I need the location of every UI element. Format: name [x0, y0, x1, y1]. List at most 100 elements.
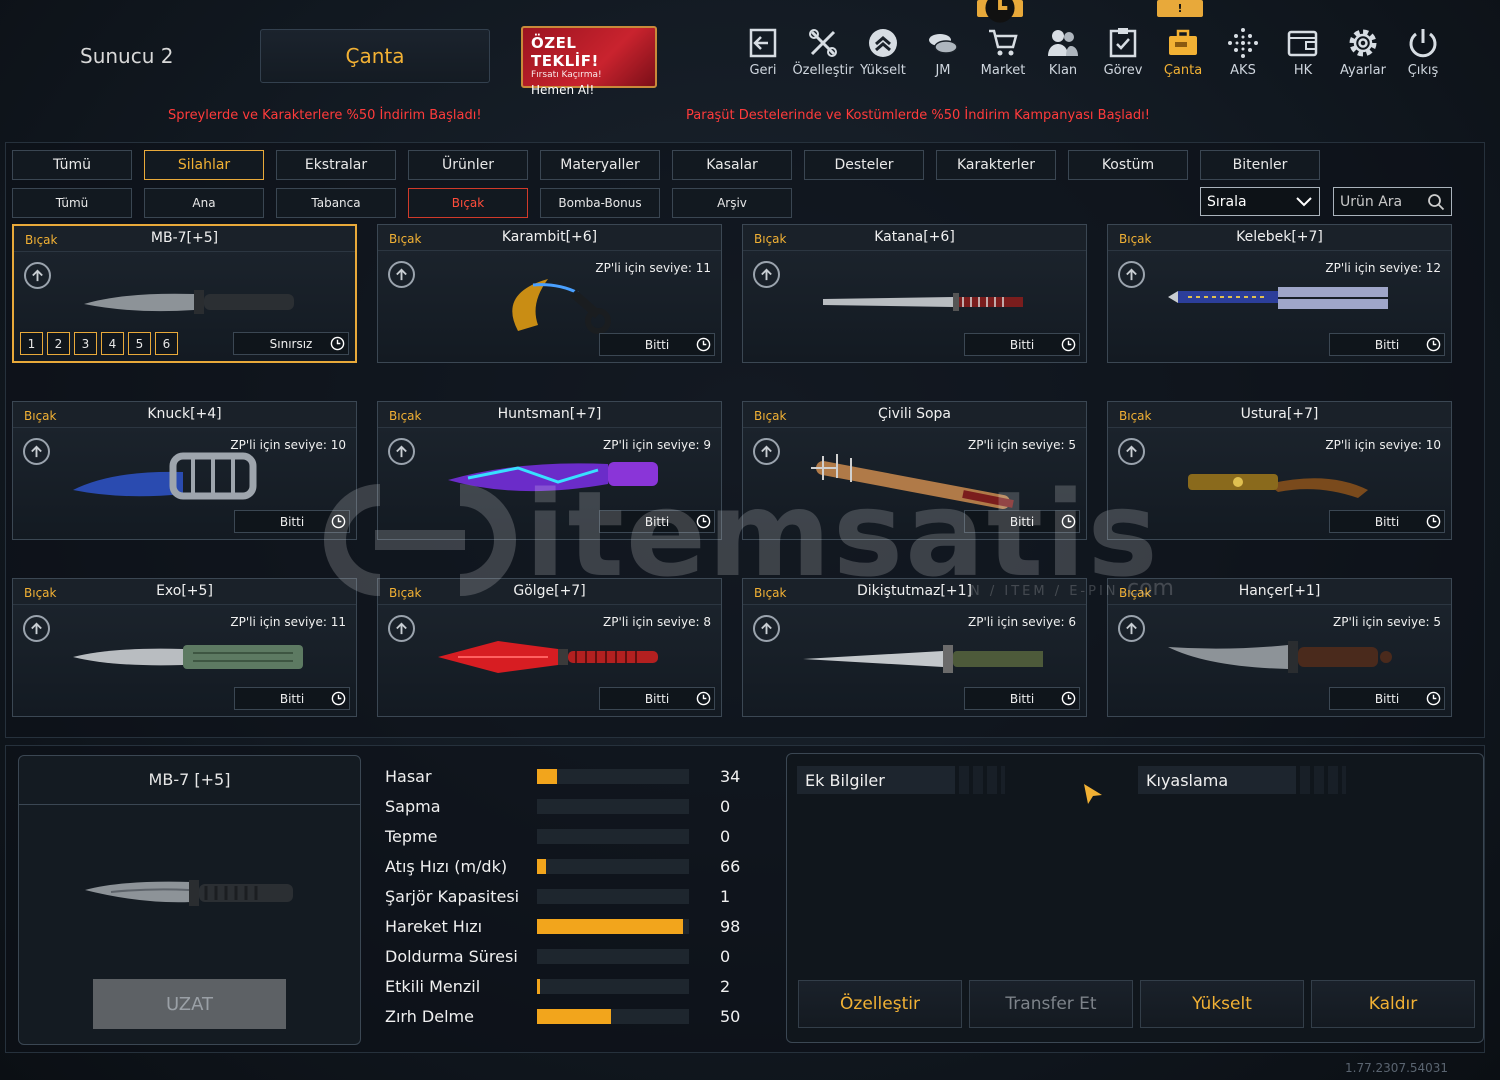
item-card[interactable]: Bıçak Ustura[+7] ZP'li için seviye: 10 Bitt… [1107, 401, 1452, 540]
status-label: Bitti [1374, 514, 1400, 529]
item-card[interactable]: Bıçak Exo[+5] ZP'li için seviye: 11 Bitti [12, 578, 357, 717]
tab-costume[interactable]: Kostüm [1068, 150, 1188, 180]
tab-characters[interactable]: Karakterler [936, 150, 1056, 180]
nav-upgrade[interactable]: Yükselt [853, 24, 913, 84]
customize-button[interactable]: Özelleştir [798, 980, 962, 1028]
item-card[interactable]: Bıçak Dikiştutmaz[+1] ZP'li için seviye: 6… [742, 578, 1087, 717]
stat-label: Hareket Hızı [385, 917, 483, 936]
tab-compare[interactable]: Kıyaslama [1138, 766, 1296, 794]
item-name: Ustura[+7] [1240, 406, 1319, 422]
upgrade-button[interactable] [753, 261, 780, 288]
item-card[interactable]: Bıçak Çivili Sopa ZP'li için seviye: 5 Bitt… [742, 401, 1087, 540]
upgrade-button[interactable] [388, 438, 415, 465]
upgrade-button[interactable] [753, 438, 780, 465]
slot-button[interactable]: 6 [155, 332, 178, 355]
clock-icon [330, 336, 345, 351]
upgrade-button[interactable] [388, 261, 415, 288]
item-card[interactable]: Bıçak Gölge[+7] ZP'li için seviye: 8 Bitti [377, 578, 722, 717]
tab-decks[interactable]: Desteler [804, 150, 924, 180]
nav-exit[interactable]: Çıkış [1393, 24, 1453, 84]
stat-bar [537, 769, 689, 784]
weapon-image [803, 645, 1043, 673]
slot-list: 123456 [20, 332, 182, 355]
item-status: Bitti [964, 687, 1080, 710]
upgrade-button[interactable] [1118, 438, 1145, 465]
stat-bar-fill [537, 769, 557, 784]
bag-alert-badge: ! [1157, 0, 1203, 17]
tab-all[interactable]: Tümü [12, 150, 132, 180]
nav-settings[interactable]: Ayarlar [1333, 24, 1393, 84]
stat-label: Tepme [385, 827, 438, 846]
page-title: Çanta [260, 29, 490, 83]
upgrade-arrow-icon [761, 445, 772, 458]
subtab-bomb-bonus[interactable]: Bomba-Bonus [540, 188, 660, 218]
nav-back[interactable]: Geri [733, 24, 793, 84]
clock-icon [331, 691, 346, 706]
item-card[interactable]: Bıçak Karambit[+6] ZP'li için seviye: 11 Bi… [377, 224, 722, 363]
upgrade-button[interactable] [1118, 615, 1145, 642]
nav-label: Klan [1048, 63, 1078, 78]
nav-hk[interactable]: HK [1273, 24, 1333, 84]
upgrade-button[interactable]: Yükselt [1140, 980, 1304, 1028]
stat-value: 66 [720, 857, 741, 876]
item-card[interactable]: Bıçak Katana[+6] Bitti [742, 224, 1087, 363]
slot-button[interactable]: 2 [47, 332, 70, 355]
upgrade-button[interactable] [1118, 261, 1145, 288]
extend-button[interactable]: UZAT [93, 979, 286, 1029]
upgrade-arrow-icon [32, 269, 43, 282]
search-box [1333, 187, 1452, 216]
slot-button[interactable]: 5 [128, 332, 151, 355]
stat-bar-fill [537, 979, 540, 994]
nav-market[interactable]: Market [973, 0, 1033, 84]
subtab-main[interactable]: Ana [144, 188, 264, 218]
transfer-button[interactable]: Transfer Et [969, 980, 1133, 1028]
tab-extras[interactable]: Ekstralar [276, 150, 396, 180]
subtab-knife[interactable]: Bıçak [408, 188, 528, 218]
slot-button[interactable]: 4 [101, 332, 124, 355]
power-icon [1409, 29, 1437, 58]
tab-weapons[interactable]: Silahlar [144, 150, 264, 180]
subtab-archive[interactable]: Arşiv [672, 188, 792, 218]
tab-materials[interactable]: Materyaller [540, 150, 660, 180]
clock-icon [1426, 514, 1441, 529]
offer-cta: Hemen Al! [531, 83, 595, 97]
weapon-image [448, 462, 658, 492]
nav-customize[interactable]: Özelleştir [792, 24, 854, 84]
special-offer-banner[interactable]: ÖZEL TEKLİF! Fırsatı Kaçırma! Hemen Al! [521, 26, 657, 97]
upgrade-button[interactable] [23, 438, 50, 465]
upgrade-button[interactable] [388, 615, 415, 642]
item-card[interactable]: Bıçak Kelebek[+7] ZP'li için seviye: 12 Bit… [1107, 224, 1452, 363]
upgrade-button[interactable] [23, 615, 50, 642]
nav-aks[interactable]: AKS [1213, 24, 1273, 84]
tab-finished[interactable]: Bitenler [1200, 150, 1320, 180]
tab-extra-info[interactable]: Ek Bilgiler [797, 766, 955, 794]
upgrade-button[interactable] [24, 262, 51, 289]
item-card[interactable]: Bıçak Knuck[+4] ZP'li için seviye: 10 Bitti [12, 401, 357, 540]
search-icon[interactable] [1427, 193, 1445, 211]
stat-value: 0 [720, 827, 731, 846]
promo-right: Paraşüt Destelerinde ve Kostümlerde %50 … [686, 108, 1150, 123]
upgrade-arrow-icon [1126, 445, 1137, 458]
item-card[interactable]: Bıçak Huntsman[+7] ZP'li için seviye: 9 Bit… [377, 401, 722, 540]
tab-cases[interactable]: Kasalar [672, 150, 792, 180]
remove-button[interactable]: Kaldır [1311, 980, 1475, 1028]
item-card[interactable]: Bıçak Hançer[+1] ZP'li için seviye: 5 Bitti [1107, 578, 1452, 717]
tab-products[interactable]: Ürünler [408, 150, 528, 180]
slot-button[interactable]: 1 [20, 332, 43, 355]
sort-label: Sırala [1207, 193, 1247, 210]
subtab-pistol[interactable]: Tabanca [276, 188, 396, 218]
item-name: Hançer[+1] [1238, 583, 1321, 599]
search-input[interactable] [1340, 193, 1418, 210]
stat-value: 0 [720, 797, 731, 816]
subtab-all[interactable]: Tümü [12, 188, 132, 218]
nav-bag[interactable]: ! Çanta [1153, 0, 1213, 84]
upgrade-button[interactable] [753, 615, 780, 642]
status-label: Bitti [279, 514, 305, 529]
sort-dropdown[interactable]: Sırala [1200, 187, 1320, 216]
nav-jm[interactable]: JM [913, 24, 973, 84]
slot-button[interactable]: 3 [74, 332, 97, 355]
item-card[interactable]: Bıçak MB-7[+5] 1 2 3 4 5 6 Sınırsız [12, 224, 357, 363]
status-label: Bitti [1374, 337, 1400, 352]
nav-tasks[interactable]: Görev [1093, 24, 1153, 84]
nav-clan[interactable]: Klan [1033, 24, 1093, 84]
